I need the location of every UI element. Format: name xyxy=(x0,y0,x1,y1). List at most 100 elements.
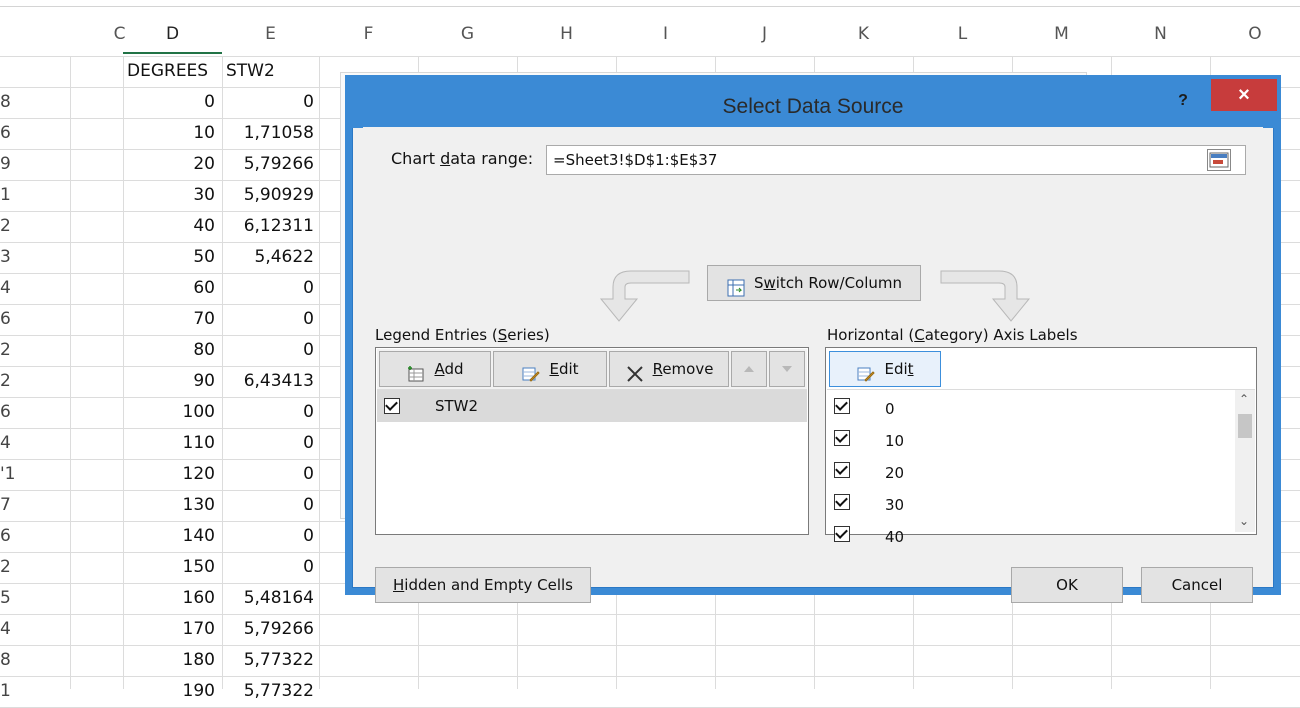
cell-stw2[interactable]: 5,48164 xyxy=(222,583,314,614)
cell-stw2[interactable]: 5,90929 xyxy=(222,180,314,211)
cell-stw2[interactable]: 0 xyxy=(222,521,314,552)
chart-data-range-input[interactable]: =Sheet3!$D$1:$E$37 xyxy=(546,145,1246,175)
column-header-d[interactable]: D xyxy=(123,16,222,54)
cell-degrees[interactable]: 10 xyxy=(123,118,215,149)
cell-degrees[interactable]: 150 xyxy=(123,552,215,583)
help-button[interactable]: ? xyxy=(1171,89,1195,113)
cell-stw2[interactable]: 0 xyxy=(222,335,314,366)
cell-stw2[interactable]: 1,71058 xyxy=(222,118,314,149)
row-header[interactable]: 2 xyxy=(0,366,24,397)
scroll-down-icon[interactable]: ⌄ xyxy=(1239,514,1249,528)
list-item[interactable]: 10 xyxy=(827,426,1227,456)
cell-header-stw2[interactable]: STW2 xyxy=(226,56,321,87)
cell-stw2[interactable]: 0 xyxy=(222,304,314,335)
range-picker-icon[interactable] xyxy=(1207,149,1231,171)
list-item[interactable]: 40 xyxy=(827,522,1227,552)
row-header[interactable]: 1 xyxy=(0,676,24,707)
list-item[interactable]: 0 xyxy=(827,394,1227,424)
cell-degrees[interactable]: 30 xyxy=(123,180,215,211)
ok-button[interactable]: OK xyxy=(1011,567,1123,603)
row-header[interactable]: 6 xyxy=(0,118,24,149)
axis-label-checkbox[interactable] xyxy=(834,494,850,510)
row-header[interactable]: 3 xyxy=(0,242,24,273)
row-header[interactable]: 4 xyxy=(0,428,24,459)
column-header-h[interactable]: H xyxy=(517,16,616,52)
remove-series-button[interactable]: Remove xyxy=(609,351,729,387)
add-series-button[interactable]: Add xyxy=(379,351,491,387)
switch-row-column-button[interactable]: Switch Row/Column xyxy=(707,265,921,301)
cell-degrees[interactable]: 100 xyxy=(123,397,215,428)
axis-label-checkbox[interactable] xyxy=(834,398,850,414)
cell-degrees[interactable]: 70 xyxy=(123,304,215,335)
row-header[interactable]: 8 xyxy=(0,87,24,118)
list-item[interactable]: 20 xyxy=(827,458,1227,488)
row-header[interactable]: 6 xyxy=(0,397,24,428)
column-header-e[interactable]: E xyxy=(222,16,319,52)
cell-stw2[interactable]: 0 xyxy=(222,87,314,118)
scroll-thumb[interactable] xyxy=(1238,414,1252,438)
series-checkbox[interactable] xyxy=(384,398,400,414)
cell-stw2[interactable]: 0 xyxy=(222,273,314,304)
cell-stw2[interactable]: 5,4622 xyxy=(222,242,314,273)
cell-degrees[interactable]: 160 xyxy=(123,583,215,614)
cell-stw2[interactable]: 5,77322 xyxy=(222,676,314,707)
cell-stw2[interactable]: 0 xyxy=(222,552,314,583)
row-header[interactable]: 7 xyxy=(0,490,24,521)
column-header-i[interactable]: I xyxy=(616,16,715,52)
cell-stw2[interactable]: 6,12311 xyxy=(222,211,314,242)
close-button[interactable]: × xyxy=(1211,79,1277,111)
cancel-button[interactable]: Cancel xyxy=(1141,567,1253,603)
cell-degrees[interactable]: 170 xyxy=(123,614,215,645)
move-down-button[interactable] xyxy=(769,351,805,387)
cell-degrees[interactable]: 60 xyxy=(123,273,215,304)
axis-label-checkbox[interactable] xyxy=(834,526,850,542)
cell-degrees[interactable]: 80 xyxy=(123,335,215,366)
cell-degrees[interactable]: 130 xyxy=(123,490,215,521)
row-header[interactable]: 4 xyxy=(0,614,24,645)
cell-degrees[interactable]: 0 xyxy=(123,87,215,118)
cell-degrees[interactable]: 90 xyxy=(123,366,215,397)
row-header[interactable]: 6 xyxy=(0,304,24,335)
cell-stw2[interactable]: 0 xyxy=(222,459,314,490)
column-header-k[interactable]: K xyxy=(814,16,913,52)
column-header-f[interactable]: F xyxy=(319,16,418,52)
column-header-o[interactable]: O xyxy=(1210,16,1300,52)
cell-degrees[interactable]: 40 xyxy=(123,211,215,242)
cell-degrees[interactable]: 140 xyxy=(123,521,215,552)
edit-series-button[interactable]: Edit xyxy=(493,351,607,387)
row-header[interactable]: 8 xyxy=(0,645,24,676)
list-item[interactable]: 30 xyxy=(827,490,1227,520)
cell-degrees[interactable]: 180 xyxy=(123,645,215,676)
list-item[interactable]: STW2 xyxy=(377,390,807,422)
row-header[interactable]: '1 xyxy=(0,459,24,490)
cell-degrees[interactable]: 190 xyxy=(123,676,215,707)
cell-stw2[interactable]: 5,79266 xyxy=(222,149,314,180)
cell-degrees[interactable]: 20 xyxy=(123,149,215,180)
scroll-up-icon[interactable]: ⌃ xyxy=(1239,392,1249,406)
row-header[interactable]: 4 xyxy=(0,273,24,304)
row-header[interactable]: 2 xyxy=(0,552,24,583)
row-header[interactable]: 6 xyxy=(0,521,24,552)
cell-stw2[interactable]: 0 xyxy=(222,397,314,428)
scrollbar[interactable]: ⌃ ⌄ xyxy=(1235,390,1255,532)
column-header-l[interactable]: L xyxy=(913,16,1012,52)
column-header-n[interactable]: N xyxy=(1111,16,1210,52)
column-header-j[interactable]: J xyxy=(715,16,814,52)
cell-degrees[interactable]: 120 xyxy=(123,459,215,490)
hidden-empty-cells-button[interactable]: Hidden and Empty Cells xyxy=(375,567,591,603)
edit-axis-labels-button[interactable]: Edit xyxy=(829,351,941,387)
row-header[interactable]: 9 xyxy=(0,149,24,180)
column-header-m[interactable]: M xyxy=(1012,16,1111,52)
row-header[interactable]: 2 xyxy=(0,211,24,242)
cell-stw2[interactable]: 5,77322 xyxy=(222,645,314,676)
cell-degrees[interactable]: 110 xyxy=(123,428,215,459)
row-header[interactable]: 2 xyxy=(0,335,24,366)
cell-degrees[interactable]: 50 xyxy=(123,242,215,273)
cell-stw2[interactable]: 0 xyxy=(222,428,314,459)
move-up-button[interactable] xyxy=(731,351,767,387)
row-header[interactable]: 1 xyxy=(0,180,24,211)
axis-label-checkbox[interactable] xyxy=(834,462,850,478)
cell-stw2[interactable]: 5,79266 xyxy=(222,614,314,645)
cell-stw2[interactable]: 6,43413 xyxy=(222,366,314,397)
cell-stw2[interactable]: 0 xyxy=(222,490,314,521)
